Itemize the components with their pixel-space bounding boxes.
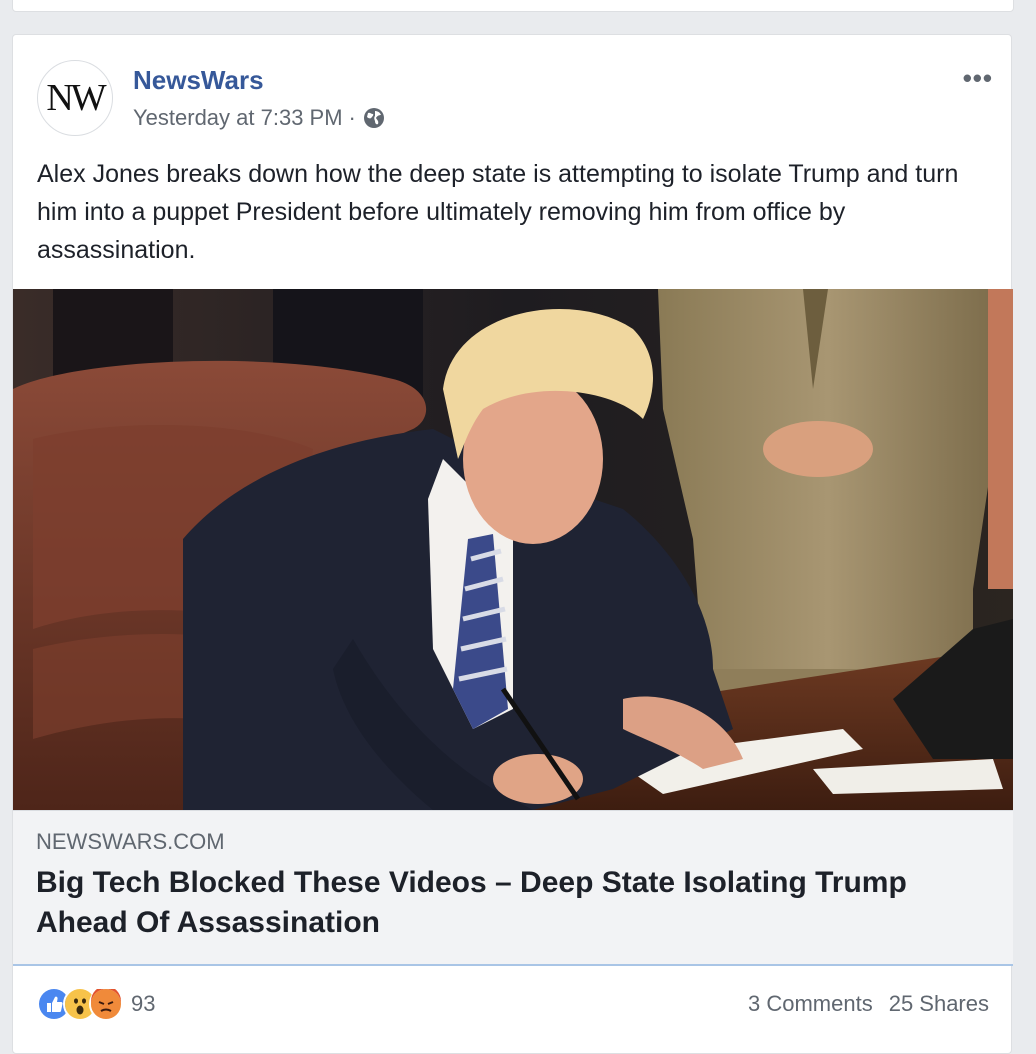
post-stats: 3 Comments 25 Shares (748, 991, 989, 1017)
post-author[interactable]: NewsWars (133, 65, 264, 96)
link-focus-underline (13, 964, 1013, 966)
post-meta: Yesterday at 7:33 PM · (133, 105, 386, 131)
page-avatar[interactable]: NW (37, 60, 113, 136)
reaction-count[interactable]: 93 (131, 991, 155, 1017)
avatar-logo-text: NW (46, 77, 106, 119)
post-timestamp[interactable]: Yesterday at 7:33 PM (133, 105, 343, 131)
link-title[interactable]: Big Tech Blocked These Videos – Deep Sta… (36, 863, 996, 943)
previous-post-card (12, 0, 1014, 12)
shares-count[interactable]: 25 Shares (889, 991, 989, 1017)
angry-icon (89, 987, 123, 1021)
feed-post: NW NewsWars Yesterday at 7:33 PM · ••• A… (12, 34, 1013, 1054)
globe-icon[interactable] (362, 106, 386, 130)
link-domain: NEWSWARS.COM (36, 829, 225, 854)
meta-separator: · (348, 105, 356, 130)
reaction-summary[interactable]: 93 (37, 987, 155, 1021)
post-text: Alex Jones breaks down how the deep stat… (37, 160, 959, 264)
link-preview-box[interactable]: NEWSWARS.COM Big Tech Blocked These Vide… (13, 810, 1013, 965)
more-options-icon[interactable]: ••• (963, 63, 993, 94)
link-preview-image[interactable] (13, 289, 1013, 810)
comments-count[interactable]: 3 Comments (748, 991, 873, 1017)
post-footer: 93 3 Comments 25 Shares (13, 975, 1013, 1035)
